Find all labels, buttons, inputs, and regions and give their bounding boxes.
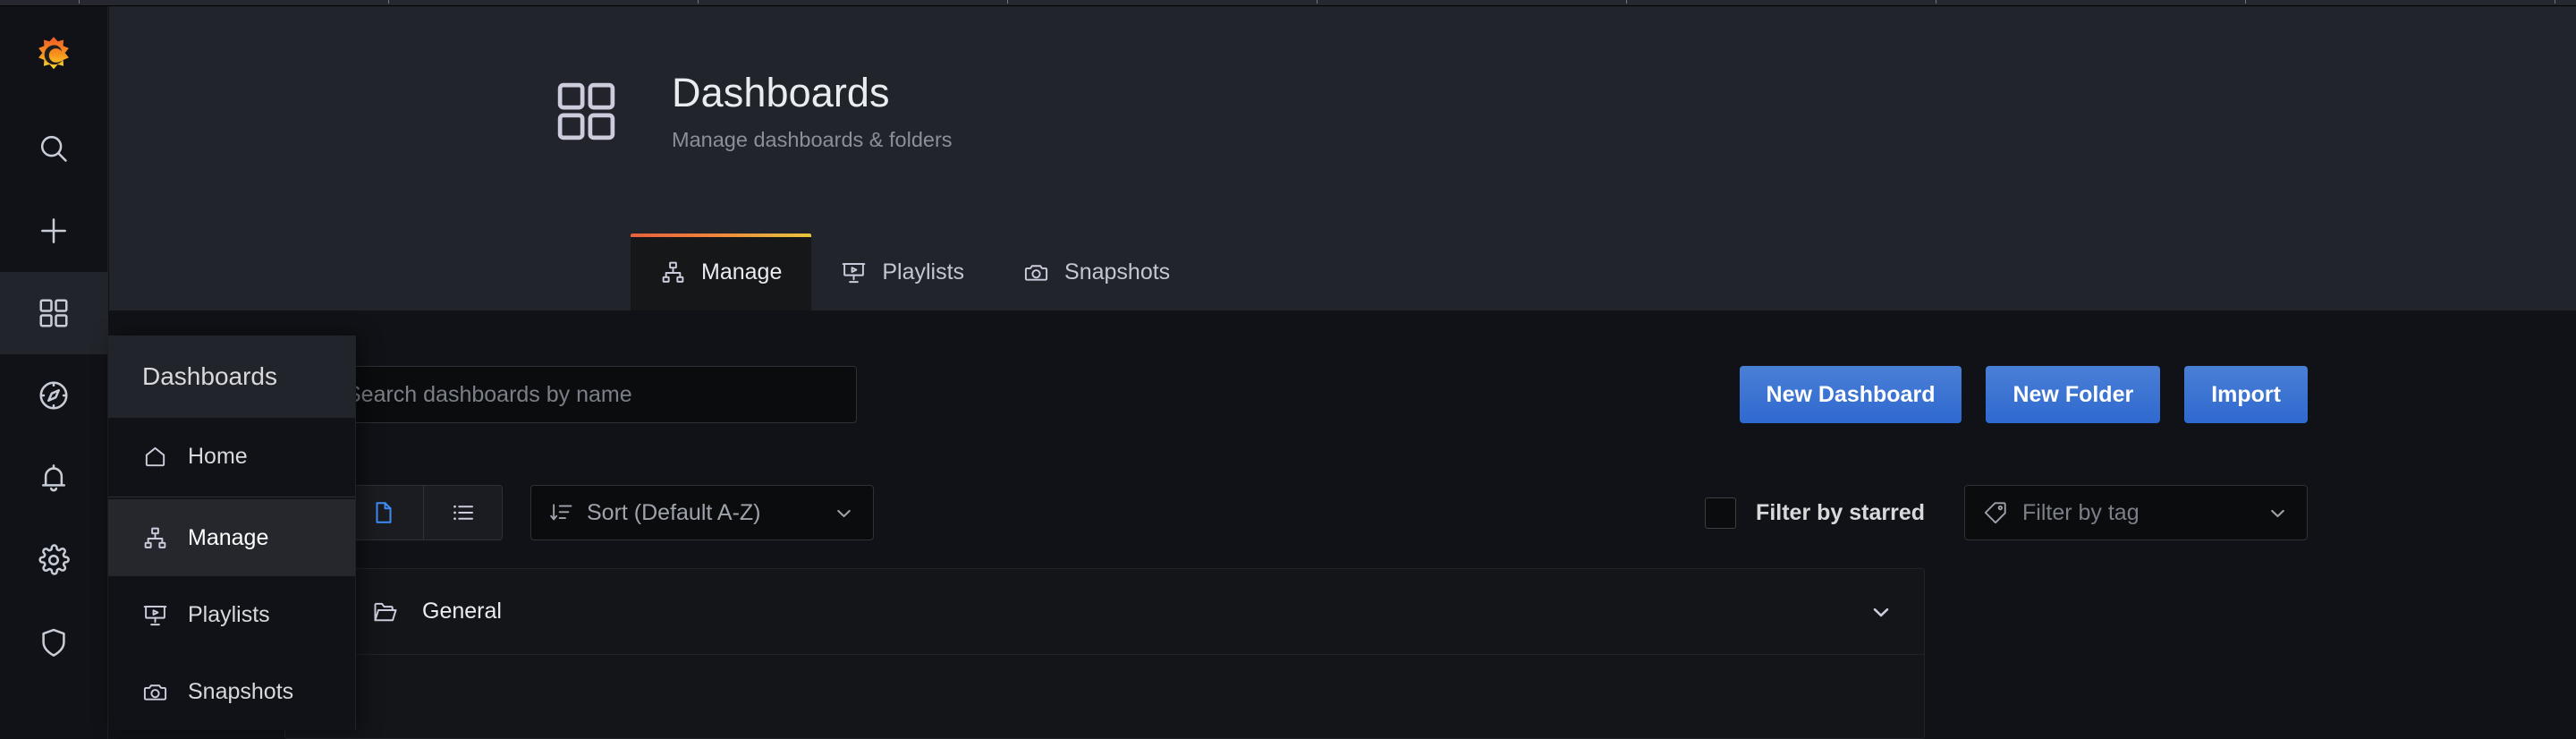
shield-icon <box>42 628 65 657</box>
chrome-tick <box>2245 0 2246 4</box>
sidebar-item-search[interactable] <box>0 107 108 190</box>
tab-manage[interactable]: Manage <box>631 234 812 310</box>
flyout-item-label: Snapshots <box>188 678 294 704</box>
import-button[interactable]: Import <box>2184 366 2308 423</box>
chrome-tick <box>388 0 389 4</box>
flyout-item-label: Home <box>188 443 248 469</box>
folder-icon <box>376 502 392 523</box>
camera-icon <box>143 684 167 701</box>
view-mode-toggle-group <box>343 485 503 540</box>
tab-label: Manage <box>701 259 783 285</box>
sidebar-item-create[interactable] <box>0 190 108 272</box>
flyout-title: Dashboards <box>108 336 355 418</box>
sort-dropdown[interactable]: Sort (Default A-Z) <box>530 485 874 540</box>
sidebar-item-configuration[interactable] <box>0 519 108 601</box>
sort-dropdown-label: Sort (Default A-Z) <box>587 499 761 525</box>
page-container: Dashboards Manage dashboards & folders M… <box>109 6 2576 739</box>
folder-contents-area <box>285 655 1924 738</box>
sitemap-icon <box>662 261 684 283</box>
tab-label: Playlists <box>882 259 965 285</box>
dashboard-results-list: General <box>284 568 1925 739</box>
side-navigation <box>0 6 108 739</box>
search-icon <box>40 135 67 162</box>
flyout-item-label: Manage <box>188 524 269 550</box>
tab-snapshots[interactable]: Snapshots <box>994 234 1199 310</box>
new-dashboard-button[interactable]: New Dashboard <box>1739 366 1962 423</box>
page-header-icon <box>553 78 620 145</box>
presentation-icon <box>143 605 167 625</box>
chevron-down-icon <box>2271 509 2284 517</box>
view-list-button[interactable] <box>423 486 502 539</box>
sidebar-item-dashboards[interactable] <box>0 272 108 354</box>
camera-icon <box>1024 264 1048 281</box>
folder-open-icon <box>374 602 397 621</box>
chrome-tick <box>1317 0 1318 4</box>
plus-icon <box>41 218 66 243</box>
grafana-app: Dashboards Home Manage Playlists Snapsho… <box>0 0 2576 739</box>
chevron-down-icon[interactable] <box>1868 599 1894 624</box>
compass-icon <box>39 381 68 410</box>
filter-by-starred-checkbox[interactable] <box>1705 497 1737 529</box>
primary-actions: New Dashboard New Folder Import <box>1739 366 2308 423</box>
flyout-item-home[interactable]: Home <box>108 418 355 495</box>
view-folders-button[interactable] <box>344 486 423 539</box>
flyout-item-manage[interactable]: Manage <box>108 499 355 576</box>
page-header: Dashboards Manage dashboards & folders M… <box>109 6 2576 310</box>
bell-icon <box>42 464 65 492</box>
flyout-item-snapshots[interactable]: Snapshots <box>108 653 355 730</box>
new-folder-button[interactable]: New Folder <box>1986 366 2161 423</box>
page-content: New Dashboard New Folder Import <box>109 310 2576 739</box>
sidebar-item-alerting[interactable] <box>0 437 108 519</box>
chrome-tick <box>698 0 699 4</box>
filter-by-tag-dropdown[interactable]: Filter by tag <box>1964 485 2308 540</box>
search-and-actions-row: New Dashboard New Folder Import <box>109 366 2576 425</box>
chrome-tick <box>1007 0 1008 4</box>
chevron-down-icon <box>837 509 851 517</box>
search-dashboards-box[interactable] <box>284 366 857 423</box>
grafana-logo[interactable] <box>0 6 108 107</box>
filter-toolbar: Sort (Default A-Z) Filter by starred Fil… <box>109 482 2576 543</box>
sitemap-icon <box>144 527 166 548</box>
page-title: Dashboards <box>672 70 890 115</box>
apps-grid-icon <box>39 299 68 327</box>
filter-by-tag-placeholder: Filter by tag <box>2022 499 2140 525</box>
presentation-icon <box>843 262 866 283</box>
tab-label: Snapshots <box>1064 259 1171 285</box>
chrome-tick <box>1626 0 1627 4</box>
sidebar-item-explore[interactable] <box>0 354 108 437</box>
flyout-item-playlists[interactable]: Playlists <box>108 576 355 653</box>
home-icon <box>145 446 165 466</box>
tag-icon <box>1984 502 2006 524</box>
page-subtitle: Manage dashboards & folders <box>672 127 953 151</box>
sort-amount-down-icon <box>550 504 572 521</box>
flyout-item-label: Playlists <box>188 601 270 627</box>
sidebar-item-server-admin[interactable] <box>0 601 108 684</box>
browser-chrome-strip <box>0 0 2576 6</box>
table-row[interactable]: General <box>285 569 1924 655</box>
dashboards-flyout-menu: Dashboards Home Manage Playlists Snapsho… <box>108 336 356 730</box>
list-icon <box>453 505 473 521</box>
search-input[interactable] <box>346 381 836 408</box>
tab-playlists[interactable]: Playlists <box>811 234 994 310</box>
gear-icon <box>38 544 70 575</box>
folder-name: General <box>422 599 502 624</box>
filter-by-starred-label: Filter by starred <box>1756 499 1925 525</box>
tab-bar: Manage Playlists Snapshots <box>631 234 1199 310</box>
apps-grid-icon <box>557 82 615 140</box>
chrome-tick <box>79 0 80 4</box>
